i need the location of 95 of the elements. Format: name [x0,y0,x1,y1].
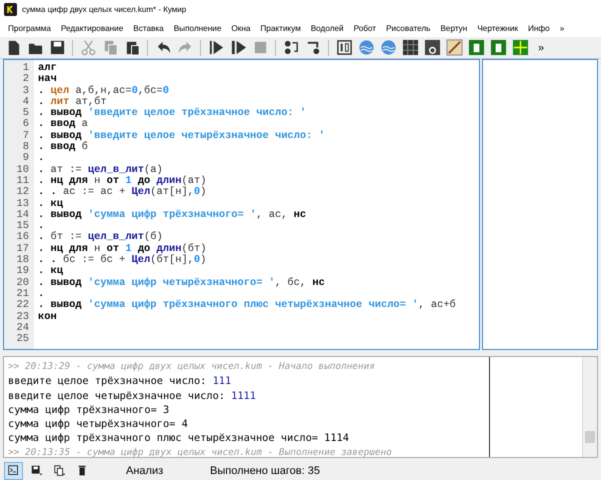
code-line: . вывод 'сумма цифр трёхзначного= ', ас, нс [38,210,308,222]
menu-item[interactable]: Практикум [255,24,306,32]
panel-icon [336,39,352,56]
menu-item[interactable]: Окна [226,24,256,32]
console-log-line: >> 20:13:35 - сумма цифр двух целых чисел.kum - Выполнение завершено [8,446,393,457]
line-number: 25 [16,334,30,346]
code-line: . ввод б [38,142,89,154]
scrollbar[interactable] [582,357,597,457]
code-line: . [38,153,46,165]
menu-item[interactable]: » [554,24,570,32]
status-button[interactable] [4,462,23,480]
line-number: 14 [16,210,30,221]
line-number: 2 [22,74,30,86]
globe-icon [358,39,374,56]
menu-item[interactable]: Вертун [435,24,472,32]
console-log-line: >> 20:13:29 - сумма цифр двух целых чисел.kum - Начало выполнения [8,360,376,374]
menu-item[interactable]: Инфо [522,24,555,32]
code-line: . вывод 'сумма цифр четырёхзначного= ', бс, нс [38,278,326,289]
code-line: кон [38,312,58,323]
code-line: . . бс := бс + Цел(бт[н],0) [38,255,208,266]
menu-item[interactable]: Водолей [306,24,349,32]
code-editor[interactable] [3,59,480,350]
line-number: 17 [16,244,30,255]
line-number: 9 [22,153,30,165]
steps-counter: Выполнено шагов: 35 [210,464,320,476]
code-line: нач [38,74,58,86]
menu-item[interactable]: Чертежник [472,24,523,32]
line-number: 8 [22,142,30,154]
line-number: 12 [16,187,30,199]
line-number: 21 [16,288,30,300]
line-number: 11 [16,176,30,187]
save-icon [48,39,66,56]
code-line: . нц для н от 1 до длин(бт) [38,244,208,255]
line-number: 6 [22,119,30,131]
line-number: 13 [16,198,30,210]
line-number: 19 [16,266,30,278]
code-line: . вывод 'сумма цифр трёхзначного плюс четырёхзначное число= ', ас+б [38,300,457,312]
line-number: 20 [16,278,30,289]
grid-icon [402,39,418,56]
code-line: . вывод 'введите целое четырёхзначное число: ' [38,130,326,142]
window-title: сумма цифр двух целых чисел.kum* - Кумир [22,5,186,14]
code-line: . лит ат,бт [38,96,107,108]
console-line: сумма цифр четырёхзначного= 4 [8,417,189,432]
line-number: 24 [16,322,30,334]
code-line: алг [38,63,58,74]
toolbar-button[interactable] [422,38,442,58]
toolbar-button[interactable] [488,38,508,58]
line-number: 5 [22,108,30,120]
code-line: . кц [38,266,64,278]
more-button[interactable]: » [532,42,550,54]
menu-item[interactable]: Редактирование [56,24,128,32]
line-number: 22 [16,300,30,312]
app-logo-icon [4,3,17,16]
globe-icon [380,39,396,56]
line-number: 15 [16,221,30,232]
menu-item[interactable]: Выполнение [168,24,226,32]
code-line: . кц [38,198,64,210]
cross-grid-icon [512,39,528,56]
toolbar-button[interactable] [334,38,354,58]
code-line: . нц для н от 1 до длин(ат) [38,176,208,187]
toolbar-button[interactable] [444,38,464,58]
mode-label: Анализ [126,464,164,476]
toolbar-button[interactable] [400,38,420,58]
console-line: введите целое четырёхзначное число: 1111 [8,388,257,403]
line-number: 18 [16,255,30,266]
step-into-icon [282,39,300,56]
code-line: . ввод а [38,119,89,131]
line-number: 10 [16,164,30,176]
save-icon [30,464,44,478]
console-line: сумма цифр трёхзначного плюс четырёхзначное число= 1114 [8,431,350,446]
line-number: 23 [16,312,30,323]
terminal-icon [6,464,20,478]
menu-item[interactable]: Вставка [128,24,169,32]
menu-item[interactable]: Рисователь [381,24,436,32]
code-line: . цел а,б,н,ас=0,бс=0 [38,86,170,97]
cut-icon [80,39,96,56]
code-line: . . ас := ас + Цел(ат[н],0) [38,187,208,199]
menu-item[interactable]: Робот [348,24,382,32]
line-number: 16 [16,232,30,244]
code-line: . [38,221,46,232]
line-number: 3 [22,86,30,97]
code-line: . бт := цел_в_лит(б) [38,232,164,244]
step-play-icon [230,39,246,56]
line-number: 7 [22,130,30,142]
copy-icon [52,464,66,478]
play-icon [208,39,224,56]
line-number: 1 [22,63,30,74]
code-line: . вывод 'введите целое трёхзначное число: ' [38,108,308,120]
console-line: сумма цифр трёхзначного= 3 [8,402,170,418]
code-line: . ат := цел_в_лит(а) [38,164,164,176]
menu-item[interactable]: Программа [3,24,56,32]
line-number: 4 [22,96,30,108]
code-line: . [38,288,46,300]
toolbar-button[interactable] [466,38,486,58]
console-line: введите целое трёхзначное число: 111 [8,374,232,389]
